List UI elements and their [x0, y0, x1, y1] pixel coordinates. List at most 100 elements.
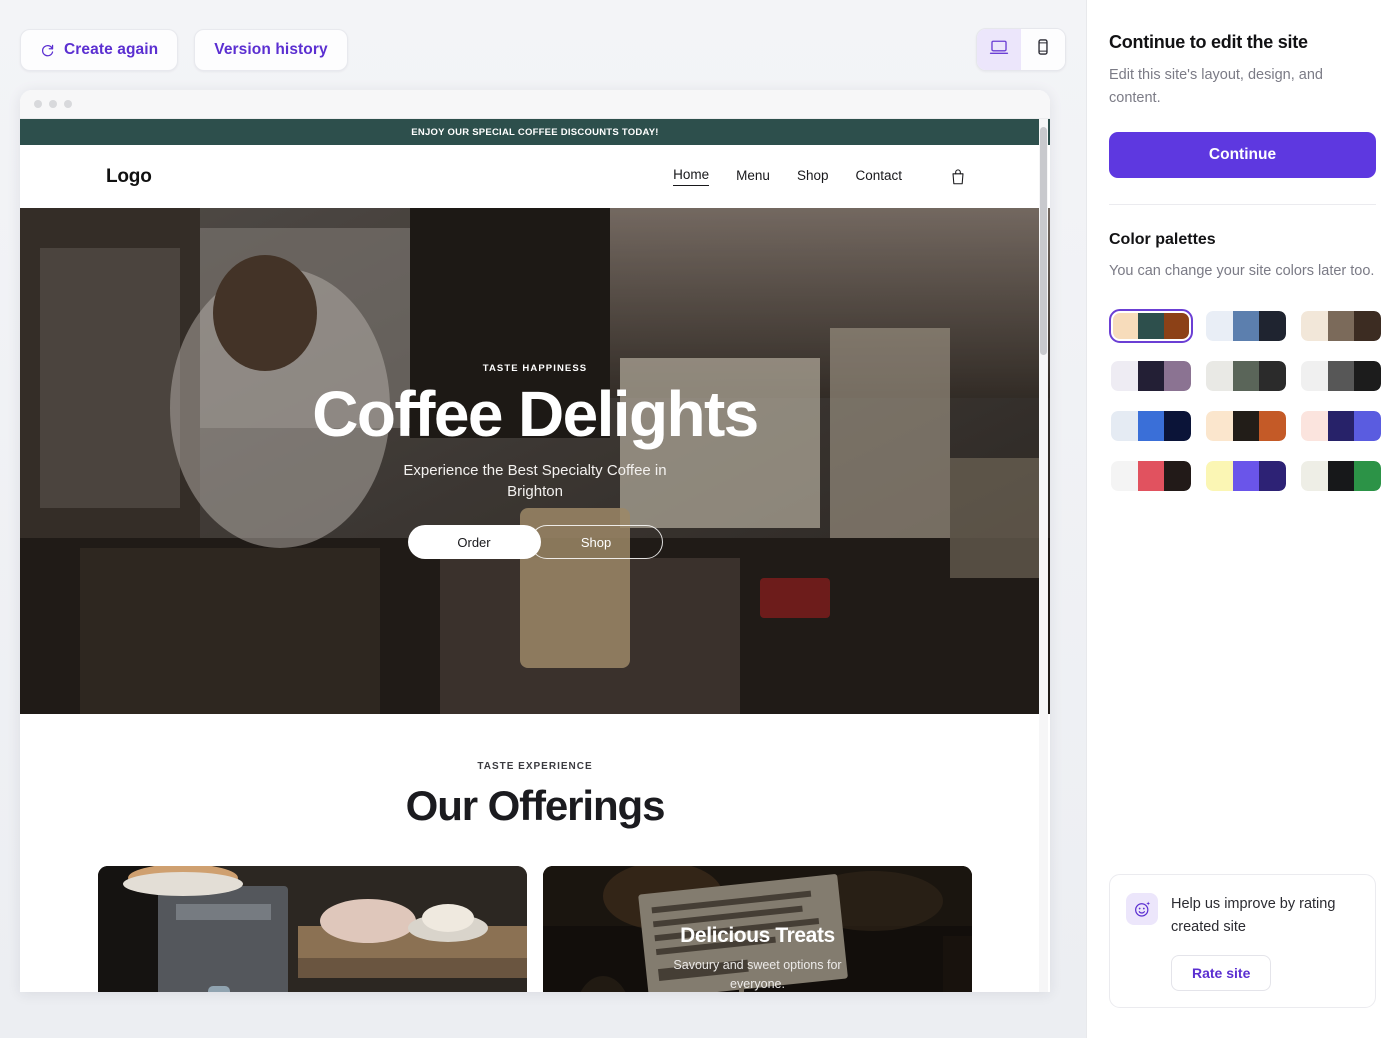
- offering-card-2[interactable]: Delicious Treats Savoury and sweet optio…: [543, 866, 972, 992]
- palette-color-3: [1164, 411, 1191, 442]
- mobile-view-button[interactable]: [1021, 29, 1065, 70]
- palette-color-2: [1327, 411, 1355, 442]
- palette-color-1: [1111, 461, 1138, 492]
- offerings-eyebrow: TASTE EXPERIENCE: [477, 761, 593, 772]
- palette-swatch-1-colors: [1113, 313, 1189, 340]
- preview-scrollbar[interactable]: [1039, 119, 1048, 992]
- hero-subtitle: Experience the Best Specialty Coffee in …: [403, 461, 667, 500]
- palette-color-1: [1206, 361, 1233, 392]
- hero-title: Coffee Delights: [312, 377, 759, 450]
- offering-card-1[interactable]: [98, 866, 527, 992]
- palette-swatch-4-colors: [1111, 361, 1191, 392]
- offering-card-2-subtitle: Savoury and sweet options for everyone.: [673, 958, 842, 991]
- panel-divider: [1109, 203, 1376, 205]
- shopping-bag-icon[interactable]: [950, 168, 966, 186]
- offering-card-1-text: [98, 866, 527, 924]
- palette-color-1: [1301, 411, 1328, 442]
- preview-scrollbar-thumb[interactable]: [1040, 127, 1047, 355]
- offerings-title: Our Offerings: [405, 782, 666, 829]
- feedback-text: Help us improve by rating created site: [1171, 896, 1336, 936]
- nav-link-shop[interactable]: Shop: [797, 168, 829, 186]
- palette-color-3: [1259, 461, 1286, 492]
- panel-description: Edit this site's layout, design, and con…: [1109, 67, 1323, 107]
- announcement-text: ENJOY OUR SPECIAL COFFEE DISCOUNTS TODAY…: [411, 126, 659, 138]
- window-dot-minimize: [49, 100, 57, 108]
- site-viewport[interactable]: ENJOY OUR SPECIAL COFFEE DISCOUNTS TODAY…: [20, 119, 1050, 992]
- window-dot-maximize: [64, 100, 72, 108]
- palette-color-1: [1111, 361, 1138, 392]
- offerings-cards: Delicious Treats Savoury and sweet optio…: [20, 830, 1050, 992]
- palette-swatch-12-colors: [1301, 461, 1381, 492]
- site-logo[interactable]: Logo: [106, 166, 152, 188]
- palette-swatch-11[interactable]: [1204, 459, 1288, 493]
- palette-color-3: [1163, 313, 1189, 340]
- palette-swatch-5[interactable]: [1204, 359, 1288, 393]
- nav-link-menu[interactable]: Menu: [736, 168, 770, 186]
- palette-swatch-5-colors: [1206, 361, 1286, 392]
- window-dot-close: [34, 100, 42, 108]
- hero-shop-button[interactable]: Shop: [529, 525, 663, 560]
- color-palettes-title: Color palettes: [1109, 230, 1216, 248]
- desktop-monitor-icon: [989, 38, 1009, 61]
- device-toggle: [976, 28, 1066, 71]
- browser-title-bar: [20, 90, 1050, 119]
- palette-swatch-7-colors: [1111, 411, 1191, 442]
- palette-color-2: [1137, 461, 1165, 492]
- preview-area: Create again Version history ENJOY OUR S…: [0, 0, 1086, 1038]
- nav-link-home[interactable]: Home: [673, 167, 710, 186]
- hero-buttons: Order Shop: [275, 525, 795, 560]
- palette-color-3: [1259, 311, 1286, 342]
- palette-swatch-6-colors: [1301, 361, 1381, 392]
- palette-color-1: [1113, 313, 1139, 340]
- palette-swatch-7[interactable]: [1109, 409, 1193, 443]
- nav-link-contact[interactable]: Contact: [855, 168, 902, 186]
- palette-color-3: [1259, 411, 1286, 442]
- continue-button[interactable]: Continue: [1109, 131, 1376, 178]
- palette-swatch-2[interactable]: [1204, 309, 1288, 343]
- palette-swatch-3[interactable]: [1299, 309, 1383, 343]
- palette-swatch-9-colors: [1301, 411, 1381, 442]
- top-toolbar: Create again Version history: [20, 28, 1066, 72]
- panel-title: Continue to edit the site: [1109, 32, 1308, 52]
- version-history-label: Version history: [214, 41, 328, 58]
- feedback-card: Help us improve by rating created site R…: [1109, 874, 1376, 1008]
- palette-color-1: [1206, 461, 1233, 492]
- hero-order-button[interactable]: Order: [407, 525, 541, 560]
- palette-swatch-1[interactable]: [1109, 309, 1193, 344]
- palette-swatch-4[interactable]: [1109, 359, 1193, 393]
- feedback-row: Help us improve by rating created site: [1126, 893, 1359, 939]
- create-again-button[interactable]: Create again: [20, 29, 179, 71]
- site-nav-links: Home Menu Shop Contact: [673, 167, 966, 186]
- palette-color-1: [1301, 361, 1328, 392]
- palette-swatch-6[interactable]: [1299, 359, 1383, 393]
- palette-color-3: [1354, 361, 1381, 392]
- palette-swatch-9[interactable]: [1299, 409, 1383, 443]
- color-palette-grid: [1109, 309, 1381, 493]
- palette-color-3: [1354, 411, 1381, 442]
- right-side-panel: Continue to edit the site Edit this site…: [1086, 0, 1400, 1038]
- palette-swatch-8[interactable]: [1204, 409, 1288, 443]
- palette-swatch-12[interactable]: [1299, 459, 1383, 493]
- palette-color-3: [1259, 361, 1286, 392]
- palette-color-2: [1232, 311, 1260, 342]
- rate-site-button[interactable]: Rate site: [1171, 955, 1272, 991]
- palette-swatch-3-colors: [1301, 311, 1381, 342]
- create-again-label: Create again: [64, 41, 159, 58]
- hero-content: TASTE HAPPINESS Coffee Delights Experien…: [275, 363, 795, 560]
- palette-swatch-10[interactable]: [1109, 459, 1193, 493]
- palette-color-2: [1327, 311, 1355, 342]
- palette-color-3: [1164, 461, 1191, 492]
- palette-swatch-10-colors: [1111, 461, 1191, 492]
- palette-color-3: [1354, 311, 1381, 342]
- browser-preview-frame: ENJOY OUR SPECIAL COFFEE DISCOUNTS TODAY…: [20, 90, 1050, 992]
- palette-color-2: [1232, 361, 1260, 392]
- offering-card-2-title: Delicious Treats: [680, 924, 835, 947]
- site-hero-section: TASTE HAPPINESS Coffee Delights Experien…: [20, 208, 1050, 714]
- offering-card-2-text: Delicious Treats Savoury and sweet optio…: [543, 866, 972, 992]
- palette-color-1: [1206, 411, 1233, 442]
- version-history-button[interactable]: Version history: [194, 29, 348, 71]
- refresh-icon: [40, 43, 55, 58]
- palette-color-2: [1327, 461, 1355, 492]
- desktop-view-button[interactable]: [977, 29, 1021, 70]
- palette-swatch-11-colors: [1206, 461, 1286, 492]
